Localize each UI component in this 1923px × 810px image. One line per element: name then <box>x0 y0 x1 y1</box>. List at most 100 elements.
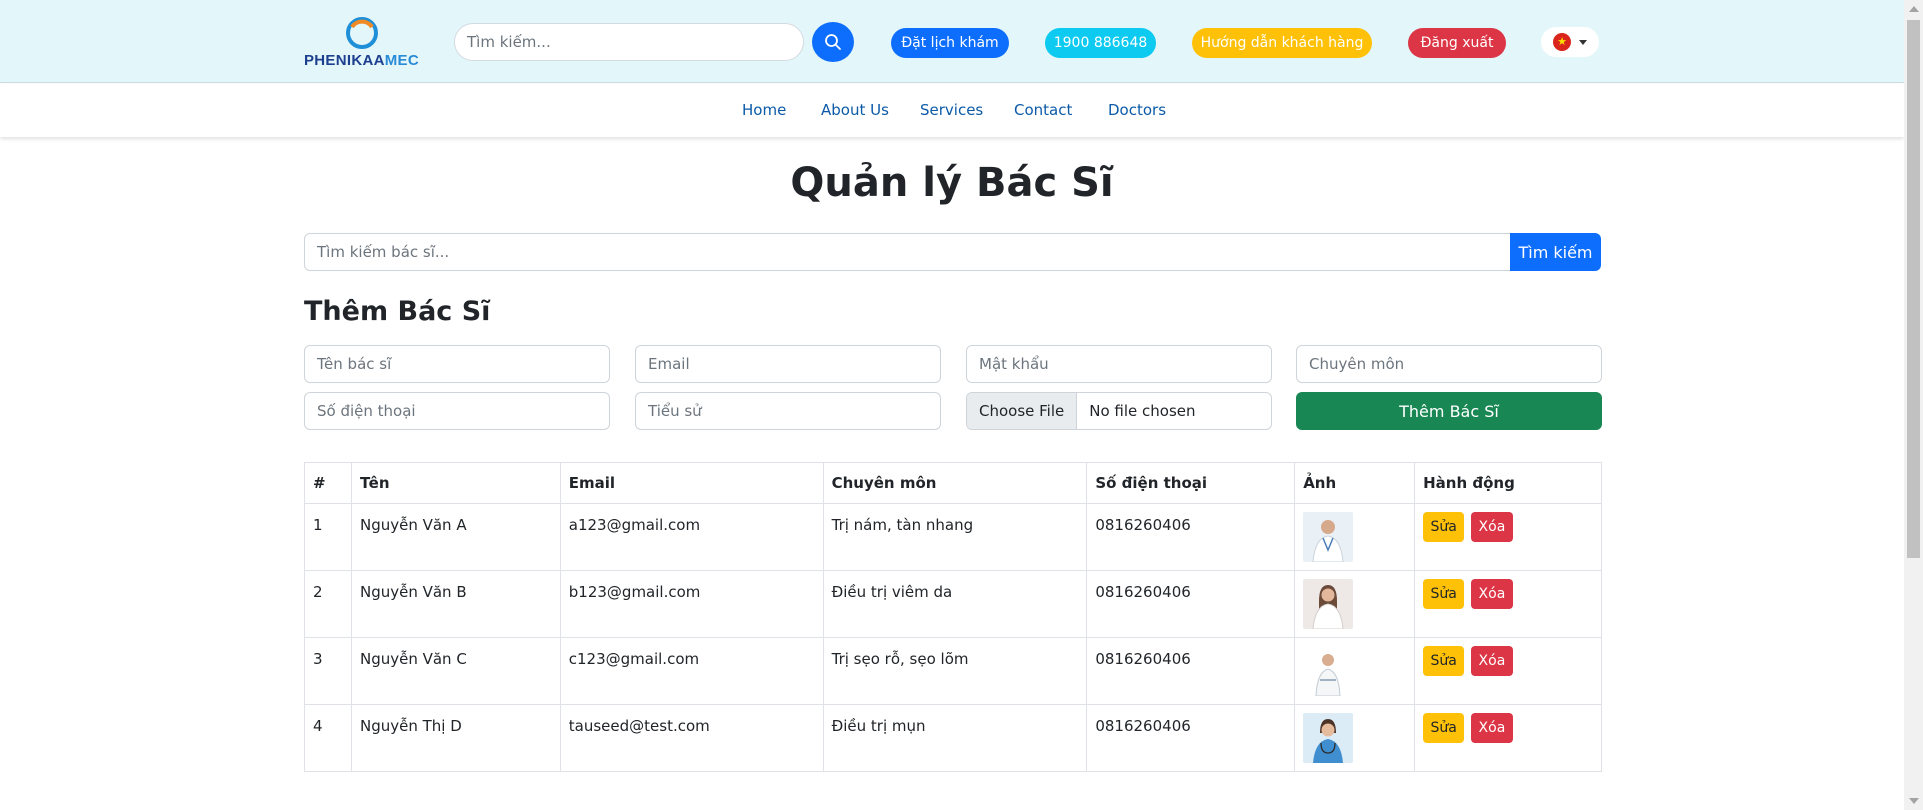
column-header-actions: Hành động <box>1414 462 1602 504</box>
doctor-search-button[interactable]: Tìm kiếm <box>1510 233 1601 271</box>
add-doctor-button[interactable]: Thêm Bác Sĩ <box>1296 392 1602 430</box>
row-phone: 0816260406 <box>1086 637 1296 705</box>
nav-doctors[interactable]: Doctors <box>1108 101 1166 119</box>
logo-text-main: PHENIKAA <box>304 52 385 69</box>
file-status: No file chosen <box>1089 402 1196 420</box>
book-appointment-button[interactable]: Đặt lịch khám <box>891 28 1009 58</box>
row-phone: 0816260406 <box>1086 503 1296 571</box>
row-index: 3 <box>304 637 352 705</box>
row-email: c123@gmail.com <box>559 637 824 705</box>
doctor-name-placeholder: Tên bác sĩ <box>317 355 392 373</box>
customer-guide-button[interactable]: Hướng dẫn khách hàng <box>1192 28 1372 58</box>
edit-button[interactable]: Sửa <box>1423 512 1465 542</box>
scrollbar-thumb[interactable] <box>1907 20 1920 558</box>
top-header: PHENIKAAMEC Tìm kiếm... Đặt lịch khám 19… <box>0 0 1904 83</box>
choose-file-button[interactable]: Choose File <box>967 393 1078 429</box>
bio-field[interactable]: Tiểu sử <box>635 392 941 430</box>
page-title: Quản lý Bác Sĩ <box>790 160 1114 206</box>
row-photo-cell <box>1294 503 1416 571</box>
table-row: 1 Nguyễn Văn A a123@gmail.com Trị nám, t… <box>304 503 1602 571</box>
scroll-down-arrow-icon[interactable] <box>1909 798 1919 804</box>
delete-button[interactable]: Xóa <box>1470 579 1513 609</box>
header-search-placeholder: Tìm kiếm... <box>467 33 551 51</box>
row-name: Nguyễn Thị D <box>350 704 561 772</box>
row-actions: Sửa Xóa <box>1414 570 1602 638</box>
column-header-name: Tên <box>350 462 561 504</box>
table-row: 3 Nguyễn Văn C c123@gmail.com Trị sẹo rỗ… <box>304 637 1602 705</box>
doctor-photo <box>1303 579 1354 630</box>
table-row: 4 Nguyễn Thị D tauseed@test.com Điều trị… <box>304 704 1602 772</box>
edit-button[interactable]: Sửa <box>1423 713 1465 743</box>
edit-button[interactable]: Sửa <box>1423 646 1465 676</box>
search-icon <box>825 34 841 50</box>
password-field[interactable]: Mật khẩu <box>966 345 1272 383</box>
row-photo-cell <box>1294 704 1416 772</box>
specialty-field[interactable]: Chuyên môn <box>1296 345 1602 383</box>
row-specialty: Điều trị mụn <box>822 704 1088 772</box>
language-selector[interactable]: ★ <box>1541 27 1599 57</box>
add-doctor-title: Thêm Bác Sĩ <box>304 296 491 327</box>
row-index: 1 <box>304 503 352 571</box>
delete-button[interactable]: Xóa <box>1470 512 1513 542</box>
row-name: Nguyễn Văn C <box>350 637 561 705</box>
row-specialty: Trị sẹo rỗ, sẹo lõm <box>822 637 1088 705</box>
row-specialty: Trị nám, tàn nhang <box>822 503 1088 571</box>
row-actions: Sửa Xóa <box>1414 503 1602 571</box>
row-name: Nguyễn Văn B <box>350 570 561 638</box>
caret-down-icon <box>1579 39 1587 45</box>
nav-services[interactable]: Services <box>920 101 983 119</box>
table-row: 2 Nguyễn Văn B b123@gmail.com Điều trị v… <box>304 570 1602 638</box>
bio-placeholder: Tiểu sử <box>648 402 702 420</box>
logo-mark-icon <box>346 17 378 49</box>
row-email: a123@gmail.com <box>559 503 824 571</box>
row-phone: 0816260406 <box>1086 570 1296 638</box>
delete-button[interactable]: Xóa <box>1470 646 1513 676</box>
edit-button[interactable]: Sửa <box>1423 579 1465 609</box>
password-placeholder: Mật khẩu <box>979 355 1049 373</box>
doctor-photo <box>1303 713 1354 763</box>
email-field[interactable]: Email <box>635 345 941 383</box>
phone-field[interactable]: Số điện thoại <box>304 392 610 430</box>
table-header-row: # Tên Email Chuyên môn Số điện thoại Ảnh… <box>304 462 1602 504</box>
row-photo-cell <box>1294 637 1416 705</box>
delete-button[interactable]: Xóa <box>1470 713 1513 743</box>
vietnam-flag-icon: ★ <box>1553 33 1571 51</box>
doctor-photo <box>1303 646 1354 697</box>
row-name: Nguyễn Văn A <box>350 503 561 571</box>
doctors-table-container: # Tên Email Chuyên môn Số điện thoại Ảnh… <box>304 462 1602 772</box>
doctor-search-input[interactable]: Tìm kiếm bác sĩ... <box>304 233 1511 271</box>
hotline-button[interactable]: 1900 886648 <box>1045 28 1156 58</box>
row-specialty: Điều trị viêm da <box>822 570 1088 638</box>
specialty-placeholder: Chuyên môn <box>1309 355 1405 373</box>
nav-contact[interactable]: Contact <box>1014 101 1072 119</box>
logo-text-accent: MEC <box>384 52 419 69</box>
phenikaamec-logo[interactable]: PHENIKAAMEC <box>303 16 423 72</box>
photo-file-input[interactable]: Choose File No file chosen <box>966 392 1272 430</box>
row-actions: Sửa Xóa <box>1414 704 1602 772</box>
column-header-index: # <box>304 462 352 504</box>
scroll-up-arrow-icon[interactable] <box>1909 6 1919 12</box>
nav-about-us[interactable]: About Us <box>821 101 889 119</box>
nav-home[interactable]: Home <box>742 101 786 119</box>
column-header-email: Email <box>559 462 824 504</box>
row-index: 2 <box>304 570 352 638</box>
logout-button[interactable]: Đăng xuất <box>1408 28 1506 58</box>
row-email: tauseed@test.com <box>559 704 824 772</box>
row-photo-cell <box>1294 570 1416 638</box>
doctor-photo <box>1303 512 1354 563</box>
column-header-specialty: Chuyên môn <box>822 462 1088 504</box>
doctors-table: # Tên Email Chuyên môn Số điện thoại Ảnh… <box>304 462 1602 772</box>
email-placeholder: Email <box>648 355 690 373</box>
phone-placeholder: Số điện thoại <box>317 402 416 420</box>
header-search-button[interactable] <box>812 22 854 62</box>
row-email: b123@gmail.com <box>559 570 824 638</box>
doctor-name-field[interactable]: Tên bác sĩ <box>304 345 610 383</box>
row-phone: 0816260406 <box>1086 704 1296 772</box>
logo-text: PHENIKAAMEC <box>304 52 419 69</box>
row-actions: Sửa Xóa <box>1414 637 1602 705</box>
header-search-input[interactable]: Tìm kiếm... <box>454 23 804 61</box>
column-header-photo: Ảnh <box>1294 462 1416 504</box>
main-nav: Home About Us Services Contact Doctors <box>0 84 1904 137</box>
row-index: 4 <box>304 704 352 772</box>
page-scrollbar[interactable] <box>1904 0 1923 810</box>
